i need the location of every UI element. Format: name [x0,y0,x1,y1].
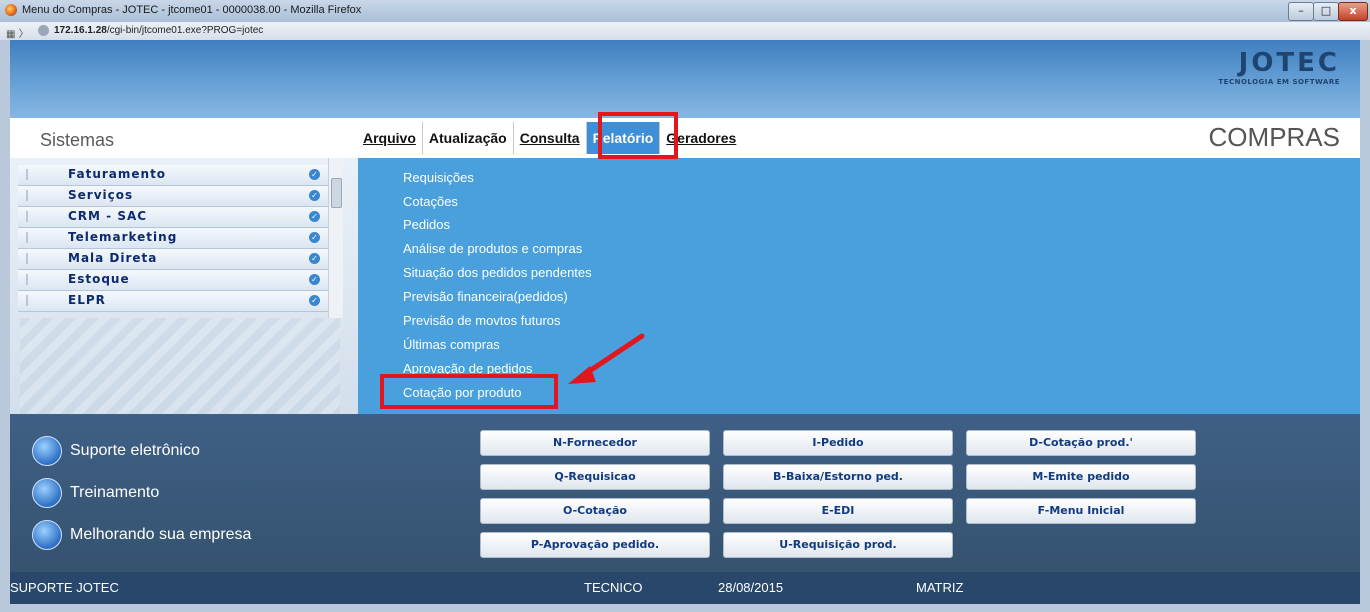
improving-label: Melhorando sua empresa [70,526,252,544]
jotec-logo: JOTEC TECNOLOGIA EM SOFTWARE [1218,48,1340,86]
highlight-box-cotacao [380,374,558,409]
sidebar-item-label: Mala Direta [68,251,158,265]
sidebar-item-telemarketing[interactable]: Telemarketing ✓ [18,228,328,249]
check-icon: ✓ [309,190,320,201]
status-support: SUPORTE JOTEC [10,580,119,595]
shortcut-f-menu-inicial[interactable]: F-Menu Inicial [966,498,1196,524]
sidebar-item-label: ELPR [68,293,106,307]
menu-arquivo[interactable]: Arquivo [357,122,422,154]
grip-icon [26,232,28,243]
grip-icon [26,274,28,285]
shortcut-i-pedido[interactable]: I-Pedido [723,430,953,456]
sidebar-item-label: Faturamento [68,167,167,181]
shortcut-e-edi[interactable]: E-EDI [723,498,953,524]
url-host: 172.16.1.28 [54,25,107,36]
check-icon: ✓ [309,274,320,285]
menu-atualizacao[interactable]: Atualização [421,122,513,154]
scrollbar-thumb[interactable] [331,178,342,208]
menu-consulta[interactable]: Consulta [512,122,586,154]
support-electronic-link[interactable]: Suporte eletrônico [32,436,200,466]
menu-item-situacao[interactable]: Situação dos pedidos pendentes [403,265,592,280]
sidebar-title: Sistemas [40,130,115,150]
menu-item-previsao-movtos[interactable]: Previsão de movtos futuros [403,313,561,328]
status-user: TECNICO [584,580,643,595]
sidebar-item-estoque[interactable]: Estoque ✓ [18,270,328,291]
sidebar-scrollbar[interactable] [328,158,343,318]
shortcut-m-emite-pedido[interactable]: M-Emite pedido [966,464,1196,490]
shortcut-o-cotacao[interactable]: O-Cotação [480,498,710,524]
main-menu: Arquivo Atualização Consulta Relatório G… [357,122,742,154]
maximize-button[interactable]: □ [1313,2,1339,21]
menu-item-requisicoes[interactable]: Requisições [403,170,474,185]
logo-tagline: TECNOLOGIA EM SOFTWARE [1218,78,1340,86]
sidebar-item-crm-sac[interactable]: CRM - SAC ✓ [18,207,328,228]
decorative-background [20,318,340,414]
menu-item-pedidos[interactable]: Pedidos [403,217,450,232]
sidebar-item-label: Serviços [68,188,134,202]
shortcut-n-fornecedor[interactable]: N-Fornecedor [480,430,710,456]
url-path: /cgi-bin/jtcome01.exe?PROG=jotec [106,25,264,36]
nav-row: Sistemas Arquivo Atualização Consulta Re… [10,118,1360,158]
menu-item-ultimas-compras[interactable]: Últimas compras [403,337,500,352]
address-bar[interactable]: ▦ 〉 172.16.1.28/cgi-bin/jtcome01.exe?PRO… [0,22,1370,41]
window-frame-left [0,40,10,612]
grip-icon [26,253,28,264]
status-branch: MATRIZ [916,580,964,595]
url-text[interactable]: 172.16.1.28/cgi-bin/jtcome01.exe?PROG=jo… [54,25,263,36]
systems-sidebar: Faturamento ✓ Serviços ✓ CRM - SAC ✓ Telema… [10,158,358,414]
menu-item-analise[interactable]: Análise de produtos e compras [403,241,582,256]
sidebar-item-elpr[interactable]: ELPR ✓ [18,291,328,312]
menu-item-cotacoes[interactable]: Cotações [403,194,458,209]
check-icon: ✓ [309,232,320,243]
window-frame-bottom [0,604,1370,612]
shortcut-d-cotacao-prod[interactable]: D-Cotação prod.' [966,430,1196,456]
menu-arquivo-label: Arquivo [363,130,416,146]
bottom-panel: Suporte eletrônico Treinamento Melhorand… [10,414,1360,572]
sidebar-item-label: Telemarketing [68,230,178,244]
red-arrow-icon [568,333,645,384]
window-title-bar: Menu do Compras - JOTEC - jtcome01 - 000… [0,0,1370,23]
check-icon: ✓ [309,295,320,306]
window-title: Menu do Compras - JOTEC - jtcome01 - 000… [22,4,362,16]
window-frame-right [1360,40,1370,612]
training-link[interactable]: Treinamento [32,478,159,508]
firefox-icon [5,4,17,16]
globe-icon [38,25,49,36]
check-icon: ✓ [309,253,320,264]
app-header: JOTEC TECNOLOGIA EM SOFTWARE [10,40,1360,118]
sidebar-item-label: Estoque [68,272,130,286]
menu-consulta-label: Consulta [519,130,580,146]
minimize-button[interactable]: – [1288,2,1314,21]
module-title: COMPRAS [1208,122,1340,152]
grip-icon [26,295,28,306]
shortcut-q-requisicao[interactable]: Q-Requisicao [480,464,710,490]
shortcut-p-aprovacao[interactable]: P-Aprovação pedido. [480,532,710,558]
grip-icon [26,169,28,180]
support-label: Suporte eletrônico [70,442,200,460]
training-label: Treinamento [70,484,160,502]
help-icon [32,436,62,466]
page-icon: ▦ 〉 [6,29,29,40]
sidebar-item-faturamento[interactable]: Faturamento ✓ [18,165,328,186]
grip-icon [26,211,28,222]
chart-icon [32,520,62,550]
sidebar-item-mala-direta[interactable]: Mala Direta ✓ [18,249,328,270]
shortcut-u-requisicao[interactable]: U-Requisição prod. [723,532,953,558]
shortcut-b-baixa[interactable]: B-Baixa/Estorno ped. [723,464,953,490]
check-icon: ✓ [309,211,320,222]
training-icon [32,478,62,508]
status-date: 28/08/2015 [718,580,784,595]
logo-text: JOTEC [1238,48,1340,78]
status-bar: SUPORTE JOTEC TECNICO 28/08/2015 MATRIZ [10,572,1360,604]
improving-company-link[interactable]: Melhorando sua empresa [32,520,251,550]
grip-icon [26,190,28,201]
check-icon: ✓ [309,169,320,180]
close-button[interactable]: x [1338,2,1368,21]
highlight-box-relatorio [598,112,678,159]
sidebar-item-label: CRM - SAC [68,209,148,223]
menu-item-previsao-financeira[interactable]: Previsão financeira(pedidos) [403,289,568,304]
sidebar-item-servicos[interactable]: Serviços ✓ [18,186,328,207]
